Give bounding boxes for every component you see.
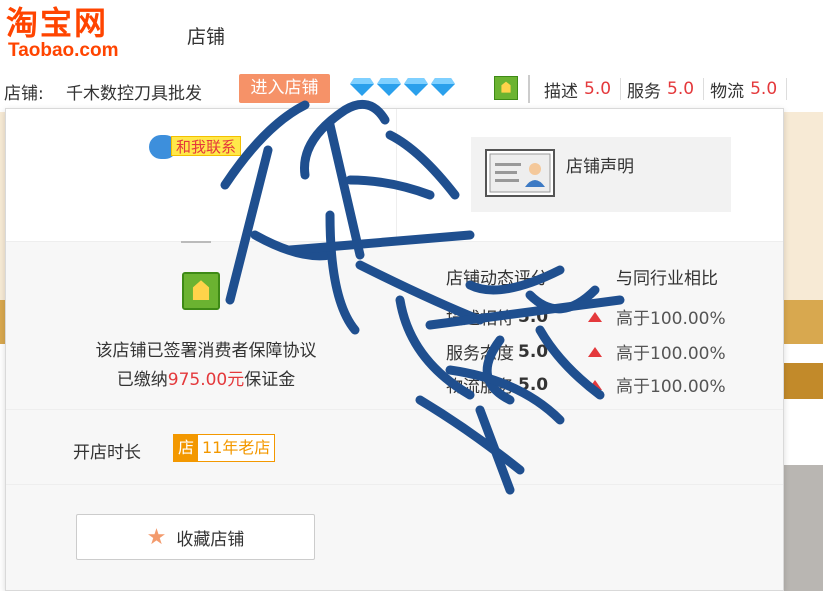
score-label: 物流服务 (446, 377, 514, 397)
favorite-shop-button[interactable]: ★ 收藏店铺 (76, 514, 315, 560)
up-arrow-icon (588, 311, 602, 322)
shop-declaration-card[interactable]: 店铺声明 (471, 137, 731, 212)
seller-level-diamonds (350, 78, 455, 96)
dynamic-score-header: 店铺动态评分 (446, 269, 548, 289)
shop-declaration-label: 店铺声明 (566, 157, 634, 177)
score-value: 5.0 (518, 341, 549, 362)
score-row: 描述相符 5.0 (446, 304, 602, 329)
guarantee-text: 该店铺已签署消费者保障协议 (95, 341, 317, 361)
rating-value: 5.0 (750, 79, 778, 99)
shop-ratings: 描述 5.0 服务 5.0 物流 5.0 (528, 75, 788, 103)
divider (396, 109, 397, 239)
open-duration-label: 开店时长 (73, 443, 141, 463)
rating-item: 服务 5.0 (621, 78, 705, 102)
score-value: 5.0 (518, 306, 549, 327)
compare-header: 与同行业相比 (616, 269, 718, 289)
contact-label: 和我联系 (171, 136, 242, 156)
score-label: 描述相符 (446, 309, 514, 329)
shop-age-section: 开店时长 店 11年老店 (6, 409, 783, 484)
taobao-logo[interactable]: 淘宝网 Taobao.com (6, 5, 146, 63)
diamond-icon (377, 78, 401, 96)
rating-item: 描述 5.0 (538, 78, 622, 102)
deposit-suffix: 保证金 (244, 370, 296, 390)
divider (181, 241, 211, 243)
deposit-prefix: 已缴纳 (116, 370, 168, 390)
favorite-section: ★ 收藏店铺 (6, 484, 783, 590)
score-row: 服务态度 5.0 (446, 339, 602, 364)
enter-shop-button[interactable]: 进入店铺 (239, 74, 330, 103)
rating-value: 5.0 (584, 79, 612, 99)
rating-item: 物流 5.0 (704, 78, 788, 102)
background-banner (784, 112, 823, 300)
contact-seller-button[interactable]: 和我联系 (149, 133, 251, 159)
logo-text-cn: 淘宝网 (6, 4, 109, 42)
shop-name-link[interactable]: 千木数控刀具批发 (66, 79, 202, 104)
diamond-icon (404, 78, 428, 96)
score-row: 物流服务 5.0 (446, 372, 602, 397)
consumer-guarantee-icon[interactable] (494, 76, 518, 100)
shop-age-text: 11年老店 (198, 435, 275, 461)
logo-text-en: Taobao.com (8, 40, 119, 61)
up-arrow-icon (588, 346, 602, 357)
favorite-shop-label: 收藏店铺 (176, 529, 245, 550)
score-compare: 高于100.00% (616, 377, 726, 397)
shop-info-popup: 和我联系 店铺声明 该店铺已签署消费者保障协议 已缴纳975.00元保证金 店铺… (5, 108, 784, 591)
rating-label: 物流 (710, 81, 745, 102)
score-compare: 高于100.00% (616, 309, 726, 329)
shop-age-badge: 店 11年老店 (173, 434, 276, 462)
score-value: 5.0 (518, 374, 549, 395)
rating-value: 5.0 (667, 79, 695, 99)
shop-label: 店铺: (4, 84, 44, 104)
page-title: 店铺 (187, 26, 226, 48)
background-banner (784, 300, 823, 344)
score-compare: 高于100.00% (616, 344, 726, 364)
shop-bar: 店铺: 千木数控刀具批发 进入店铺 描述 5.0 服务 5.0 物流 5.0 (0, 72, 823, 106)
guarantee-section: 该店铺已签署消费者保障协议 已缴纳975.00元保证金 店铺动态评分 与同行业相… (6, 241, 783, 409)
up-arrow-icon (588, 379, 602, 390)
consumer-guarantee-icon (182, 272, 220, 310)
deposit-text: 已缴纳975.00元保证金 (6, 365, 406, 390)
diamond-icon (350, 78, 374, 96)
background-banner (784, 363, 823, 399)
rating-label: 服务 (627, 81, 662, 102)
rating-label: 描述 (544, 81, 578, 102)
background-image (784, 465, 823, 591)
id-card-icon (485, 149, 555, 197)
score-label: 服务态度 (446, 344, 514, 364)
diamond-icon (431, 78, 455, 96)
deposit-amount: 975.00元 (167, 370, 245, 390)
star-icon: ★ (146, 524, 167, 550)
shop-icon: 店 (174, 435, 198, 461)
